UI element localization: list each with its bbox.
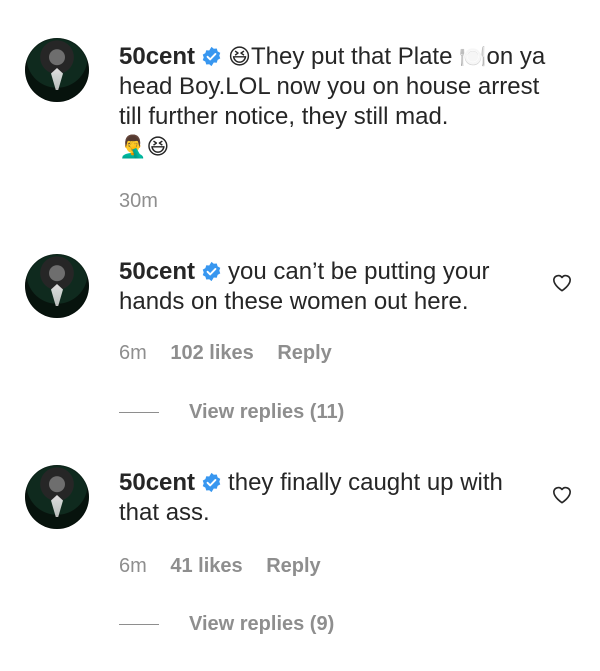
heart-icon[interactable] bbox=[551, 484, 573, 504]
heart-icon[interactable] bbox=[551, 272, 573, 292]
divider-line bbox=[119, 412, 159, 414]
comment-text: 50cent they finally caught up with that a… bbox=[119, 468, 549, 528]
timestamp: 6m bbox=[119, 555, 147, 577]
reply-button[interactable]: Reply bbox=[277, 342, 331, 364]
view-replies-label[interactable]: View replies (11) bbox=[189, 401, 344, 423]
facepalm-laughing-emoji-icon: 🤦‍♂️😆 bbox=[119, 135, 170, 160]
comment-body: They put that Plate bbox=[250, 43, 453, 70]
username[interactable]: 50cent bbox=[119, 258, 195, 285]
username[interactable]: 50cent bbox=[119, 469, 195, 496]
reply-button[interactable]: Reply bbox=[266, 555, 320, 577]
likes-count[interactable]: 102 likes bbox=[170, 342, 253, 364]
avatar[interactable] bbox=[25, 465, 89, 529]
verified-badge-icon bbox=[202, 261, 221, 282]
username[interactable]: 50cent bbox=[119, 43, 195, 70]
plate-emoji-icon: 🍽️ bbox=[459, 45, 487, 70]
view-replies[interactable]: View replies (9) bbox=[119, 613, 334, 636]
likes-count[interactable]: 41 likes bbox=[170, 555, 242, 577]
verified-badge-icon bbox=[202, 472, 221, 493]
comment-meta: 6m 102 likes Reply bbox=[119, 342, 350, 365]
comment-text: 50cent you can’t be putting your hands on… bbox=[119, 257, 549, 317]
verified-badge-icon bbox=[202, 46, 221, 67]
comment-meta: 6m 41 likes Reply bbox=[119, 555, 339, 578]
divider-line bbox=[119, 624, 159, 626]
avatar[interactable] bbox=[25, 38, 89, 102]
timestamp: 30m bbox=[119, 190, 158, 212]
laughing-emoji-icon: 😆 bbox=[228, 45, 251, 70]
avatar[interactable] bbox=[25, 254, 89, 318]
comment-meta: 30m bbox=[119, 190, 176, 213]
comment-text: 50cent 😆They put that Plate 🍽️on ya head … bbox=[119, 42, 549, 162]
view-replies[interactable]: View replies (11) bbox=[119, 401, 344, 424]
timestamp: 6m bbox=[119, 342, 147, 364]
view-replies-label[interactable]: View replies (9) bbox=[189, 613, 334, 635]
